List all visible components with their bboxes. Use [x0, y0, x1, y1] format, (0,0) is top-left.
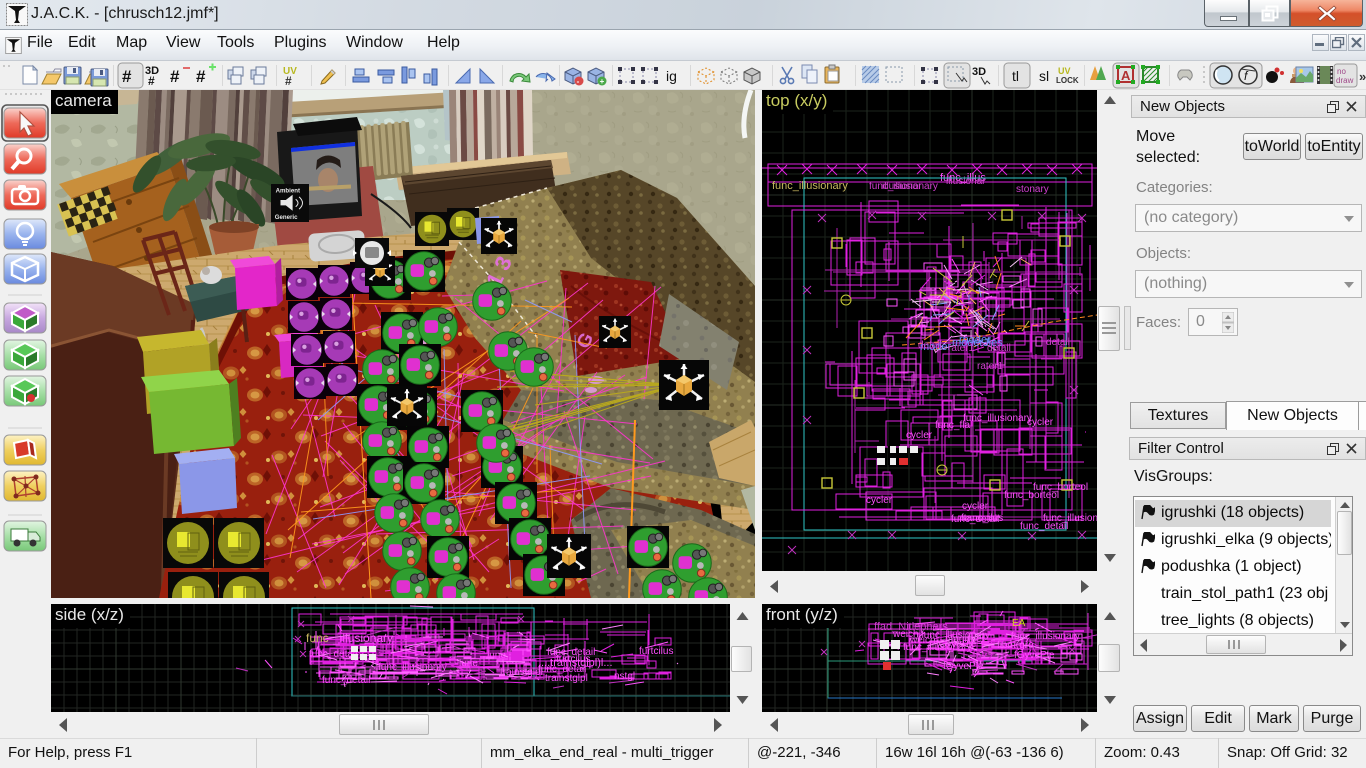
svg-text:func_illusionary: func_illusionary: [378, 662, 447, 673]
svg-text:ffad_Nitlephers: ffad_Nitlephers: [874, 621, 948, 633]
svg-text:nstgl: nstgl: [614, 671, 635, 682]
svg-text:stonary: stonary: [1016, 184, 1049, 195]
svg-text:#: #: [285, 74, 292, 88]
svg-text:func_detail: func_detail: [309, 649, 357, 660]
svg-text:#: #: [122, 67, 132, 86]
svg-text:sl: sl: [1039, 68, 1049, 84]
svg-text:#: #: [196, 67, 206, 86]
svg-text:fGyvePle: fGyvePle: [1014, 650, 1055, 661]
svg-text:EA: EA: [1012, 618, 1026, 629]
svg-text:func_borteol: func_borteol: [1004, 490, 1059, 501]
svg-text:ftanc_ilus: ftanc_ilus: [961, 513, 1003, 524]
svg-text:func_illusionary: func_illusionary: [772, 180, 848, 192]
svg-text:furtcilus: furtcilus: [639, 646, 673, 657]
svg-text:trainstglpl: trainstglpl: [500, 667, 543, 678]
svg-text:detail: detail: [1046, 337, 1070, 348]
svg-text:cycler: cycler: [962, 501, 989, 512]
svg-text:draw: draw: [1336, 76, 1354, 85]
svg-text:#: #: [170, 67, 180, 86]
svg-text:func_illusionary: func_illusionary: [869, 181, 938, 192]
svg-text:A: A: [1121, 68, 1131, 83]
svg-text:+: +: [600, 77, 605, 86]
svg-text:func_detail: func_detail: [322, 675, 370, 686]
svg-text:...trainstglpl)l...: ...trainstglpl)l...: [541, 657, 613, 669]
svg-text:func_illusionary: func_illusionary: [903, 642, 972, 653]
svg-text:_illusionary: _illusionary: [332, 631, 393, 645]
svg-text:tl: tl: [1012, 68, 1019, 84]
svg-text:detail: detail: [987, 343, 1011, 354]
svg-text:cycler: cycler: [906, 430, 933, 441]
svg-text:cycler: cycler: [866, 495, 893, 506]
svg-text:UV: UV: [1058, 66, 1071, 76]
svg-text:Generic: Generic: [275, 214, 298, 221]
svg-text:rater1: rater1: [977, 361, 1004, 372]
svg-text:#: #: [148, 74, 155, 88]
svg-text:cycler: cycler: [1027, 417, 1054, 428]
svg-text:rater1: rater1: [948, 343, 975, 354]
svg-text:Ambient: Ambient: [276, 187, 300, 194]
svg-text:func_detail: func_detail: [1020, 521, 1068, 532]
svg-text:fGyvePle: fGyvePle: [943, 661, 984, 672]
svg-text:LOCK: LOCK: [1056, 76, 1079, 85]
svg-text:func: func: [306, 631, 329, 645]
svg-text:3D: 3D: [972, 66, 986, 78]
svg-text:lune: lune: [487, 650, 506, 661]
svg-text:-: -: [577, 77, 580, 86]
svg-text:»: »: [1359, 69, 1366, 84]
svg-text:detail: detail: [918, 340, 942, 351]
svg-text:func_illusionary: func_illusionary: [963, 413, 1032, 424]
svg-text:lune: lune: [459, 658, 478, 669]
svg-text:no: no: [1337, 67, 1346, 76]
svg-text:ig: ig: [666, 68, 677, 84]
